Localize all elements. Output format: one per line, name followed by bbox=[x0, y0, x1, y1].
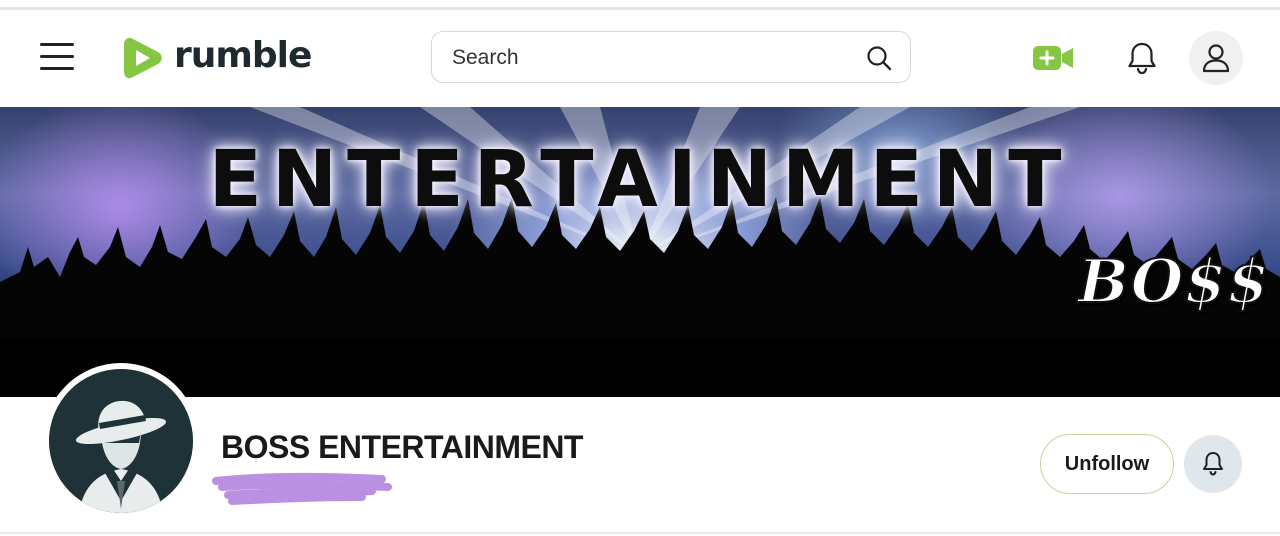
account-button[interactable] bbox=[1189, 31, 1243, 85]
banner-signature: BO$$ bbox=[1077, 246, 1270, 318]
menu-button[interactable] bbox=[38, 41, 78, 75]
rumble-logo[interactable]: rumble bbox=[122, 34, 312, 82]
hamburger-line bbox=[40, 67, 74, 70]
unfollow-button[interactable]: Unfollow bbox=[1040, 434, 1174, 494]
logo-wordmark: rumble bbox=[174, 35, 312, 76]
banner-title: ENTERTAINMENT bbox=[208, 135, 1072, 225]
bell-icon bbox=[1203, 452, 1223, 476]
bell-icon[interactable] bbox=[1124, 40, 1160, 76]
hamburger-line bbox=[40, 43, 74, 46]
channel-avatar[interactable] bbox=[43, 363, 199, 519]
rumble-play-icon bbox=[124, 38, 162, 79]
search-input[interactable] bbox=[452, 44, 852, 72]
avatar-image bbox=[49, 369, 193, 513]
site-header: rumble bbox=[0, 10, 1280, 107]
bottom-divider bbox=[0, 532, 1280, 534]
video-camera-plus-icon[interactable] bbox=[1032, 44, 1074, 72]
redaction-scribble bbox=[212, 472, 392, 505]
channel-title: BOSS ENTERTAINMENT bbox=[221, 429, 583, 465]
user-icon bbox=[1202, 44, 1230, 73]
search-icon[interactable] bbox=[866, 45, 892, 71]
channel-banner: ENTERTAINMENT BO$$ bbox=[0, 107, 1280, 397]
search-bar bbox=[431, 31, 911, 83]
fedora-man-icon bbox=[49, 369, 193, 513]
hamburger-line bbox=[40, 55, 74, 58]
channel-info: BOSS ENTERTAINMENT Unfollow bbox=[0, 363, 1280, 532]
channel-notifications-button[interactable] bbox=[1184, 435, 1242, 493]
